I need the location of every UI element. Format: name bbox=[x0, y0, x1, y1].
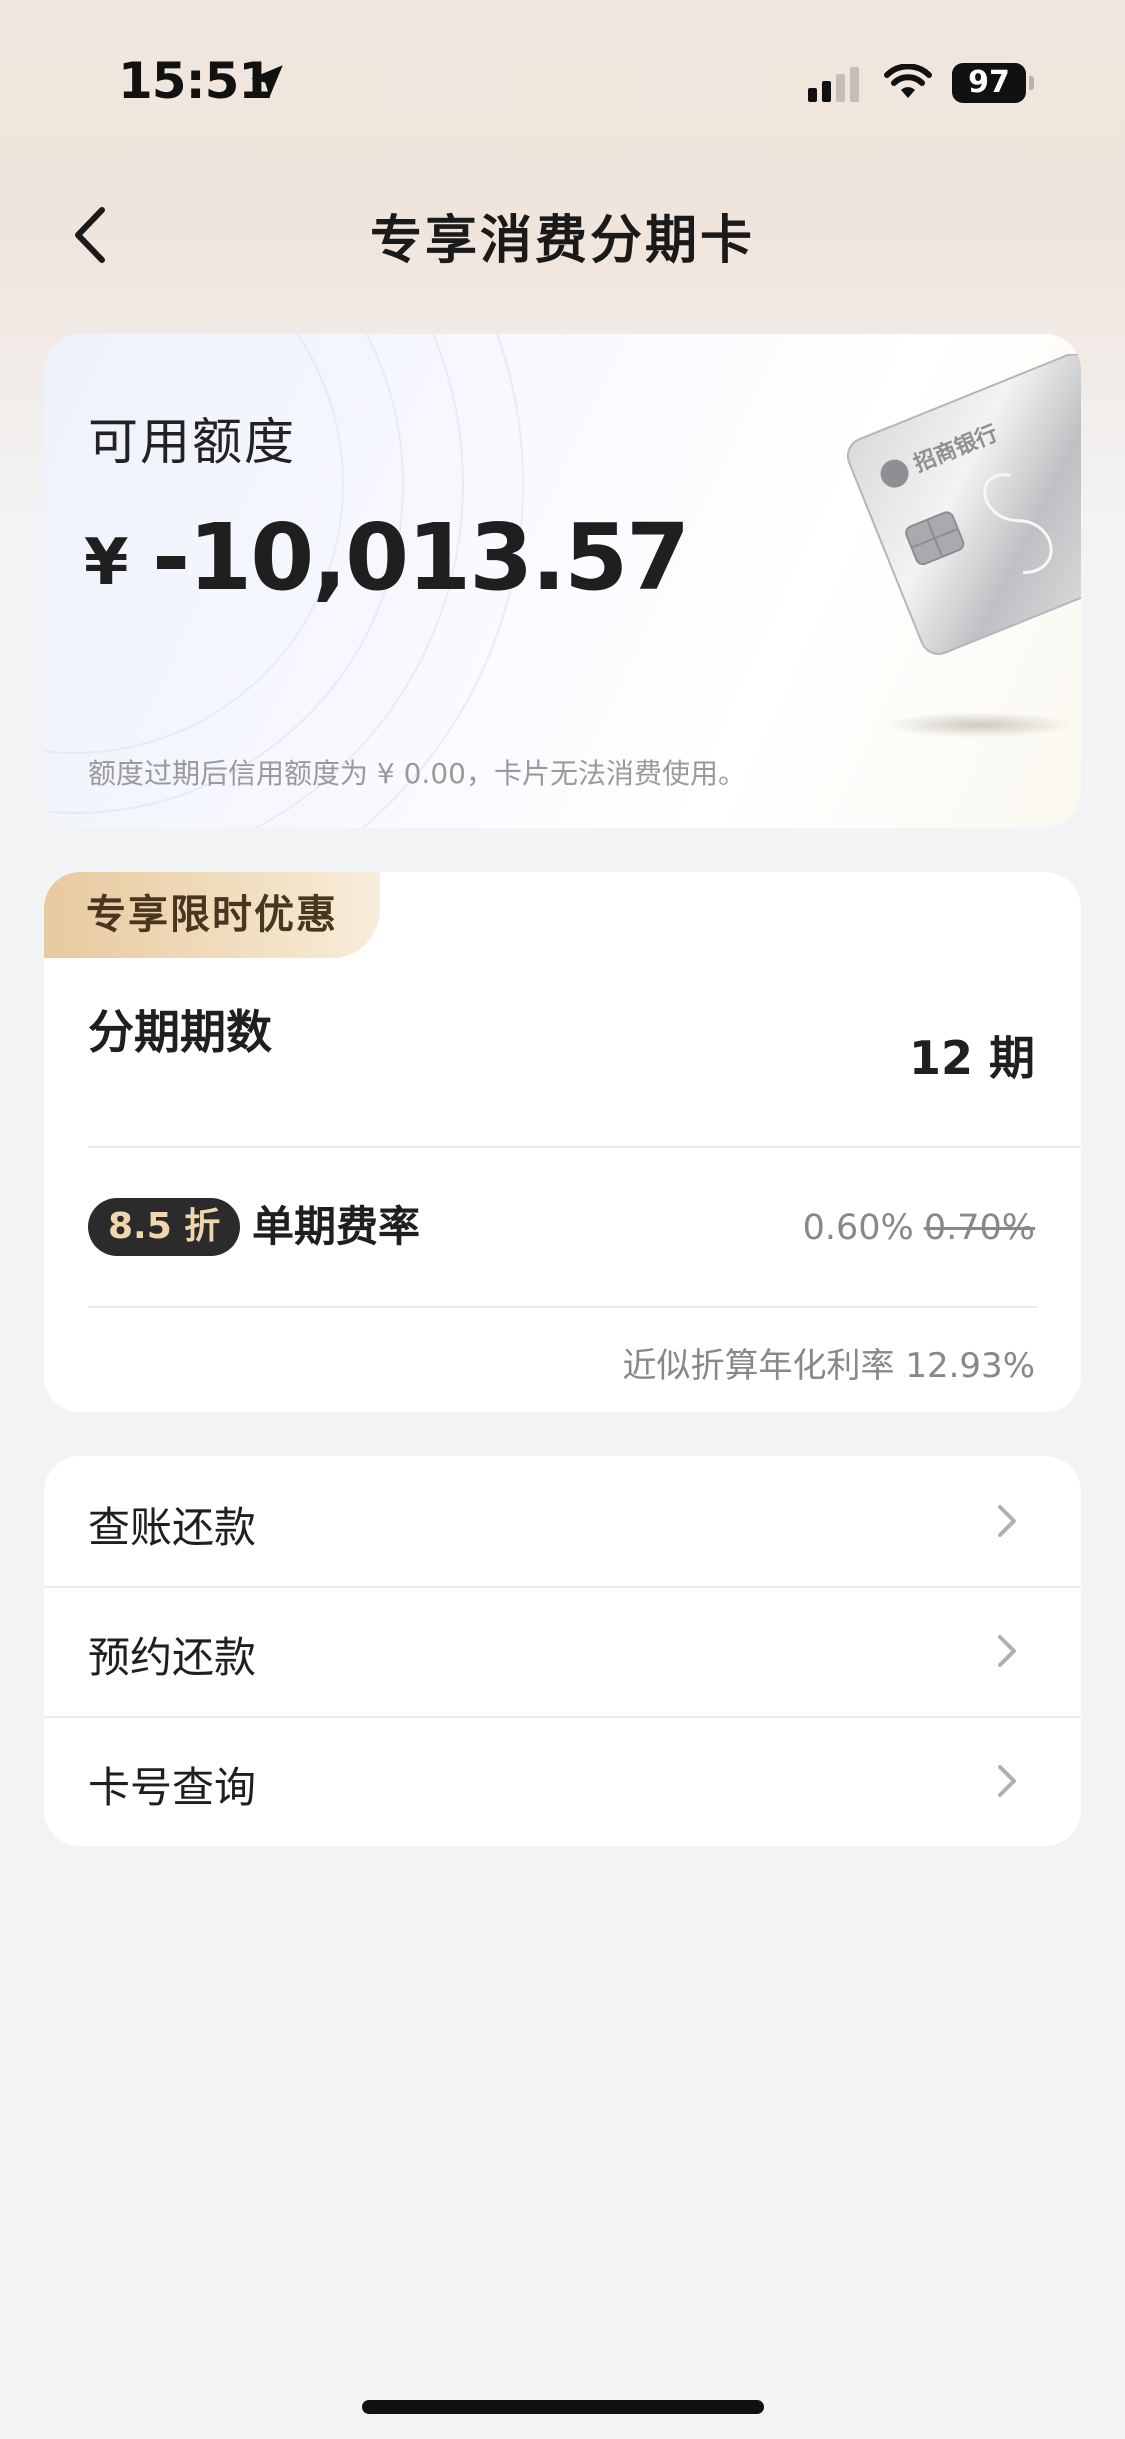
rate-original: 0.70% bbox=[923, 1208, 1035, 1248]
page-title: 专享消费分期卡 bbox=[369, 211, 755, 271]
menu-item-statement-repayment[interactable]: 查账还款 bbox=[44, 1456, 1081, 1586]
wifi-icon bbox=[884, 64, 932, 98]
divider bbox=[88, 1306, 1037, 1308]
rate-values: 0.60% 0.70% bbox=[803, 1202, 1035, 1254]
rate-current: 0.60% bbox=[802, 1208, 914, 1248]
home-indicator[interactable] bbox=[362, 2400, 764, 2414]
chevron-right-icon bbox=[998, 1765, 1016, 1797]
cellular-signal-icon bbox=[808, 67, 859, 102]
menu-item-label: 预约还款 bbox=[88, 1633, 257, 1682]
menu-item-scheduled-repayment[interactable]: 预约还款 bbox=[44, 1586, 1081, 1716]
installment-period-value: 12 期 bbox=[908, 1031, 1035, 1085]
currency-symbol: ¥ bbox=[84, 526, 129, 600]
menu-list: 查账还款 预约还款 卡号查询 bbox=[44, 1456, 1081, 1846]
card-shadow bbox=[884, 712, 1074, 738]
battery-icon: 97 bbox=[952, 63, 1026, 103]
discount-badge: 8.5 折 bbox=[88, 1198, 241, 1256]
battery-cap bbox=[1029, 76, 1034, 90]
limit-expiry-note: 额度过期后信用额度为 ¥ 0.00，卡片无法消费使用。 bbox=[88, 757, 746, 790]
bank-card-image: 招商银行 bbox=[846, 354, 1081, 655]
location-arrow-icon bbox=[251, 65, 283, 97]
available-limit-label: 可用额度 bbox=[88, 413, 296, 471]
menu-item-card-number-query[interactable]: 卡号查询 bbox=[44, 1716, 1081, 1846]
chevron-right-icon bbox=[998, 1505, 1016, 1537]
installment-period-label: 分期期数 bbox=[88, 1005, 272, 1059]
installment-promo-panel: 专享限时优惠 分期期数 12 期 8.5 折 单期费率 0.60% 0.70% 近… bbox=[44, 872, 1081, 1412]
divider bbox=[88, 1146, 1081, 1148]
single-period-rate-label: 单期费率 bbox=[252, 1202, 421, 1251]
menu-item-label: 查账还款 bbox=[88, 1503, 257, 1552]
status-bar: 15:51 97 bbox=[0, 0, 1125, 150]
available-limit-amount: -10,013.57 bbox=[152, 504, 690, 611]
annual-rate-note: 近似折算年化利率 12.93% bbox=[622, 1346, 1035, 1386]
menu-item-label: 卡号查询 bbox=[88, 1763, 257, 1812]
promo-tag: 专享限时优惠 bbox=[44, 872, 380, 958]
credit-limit-panel: 可用额度 ¥ -10,013.57 额度过期后信用额度为 ¥ 0.00，卡片无法… bbox=[44, 334, 1081, 828]
chevron-right-icon bbox=[998, 1635, 1016, 1667]
